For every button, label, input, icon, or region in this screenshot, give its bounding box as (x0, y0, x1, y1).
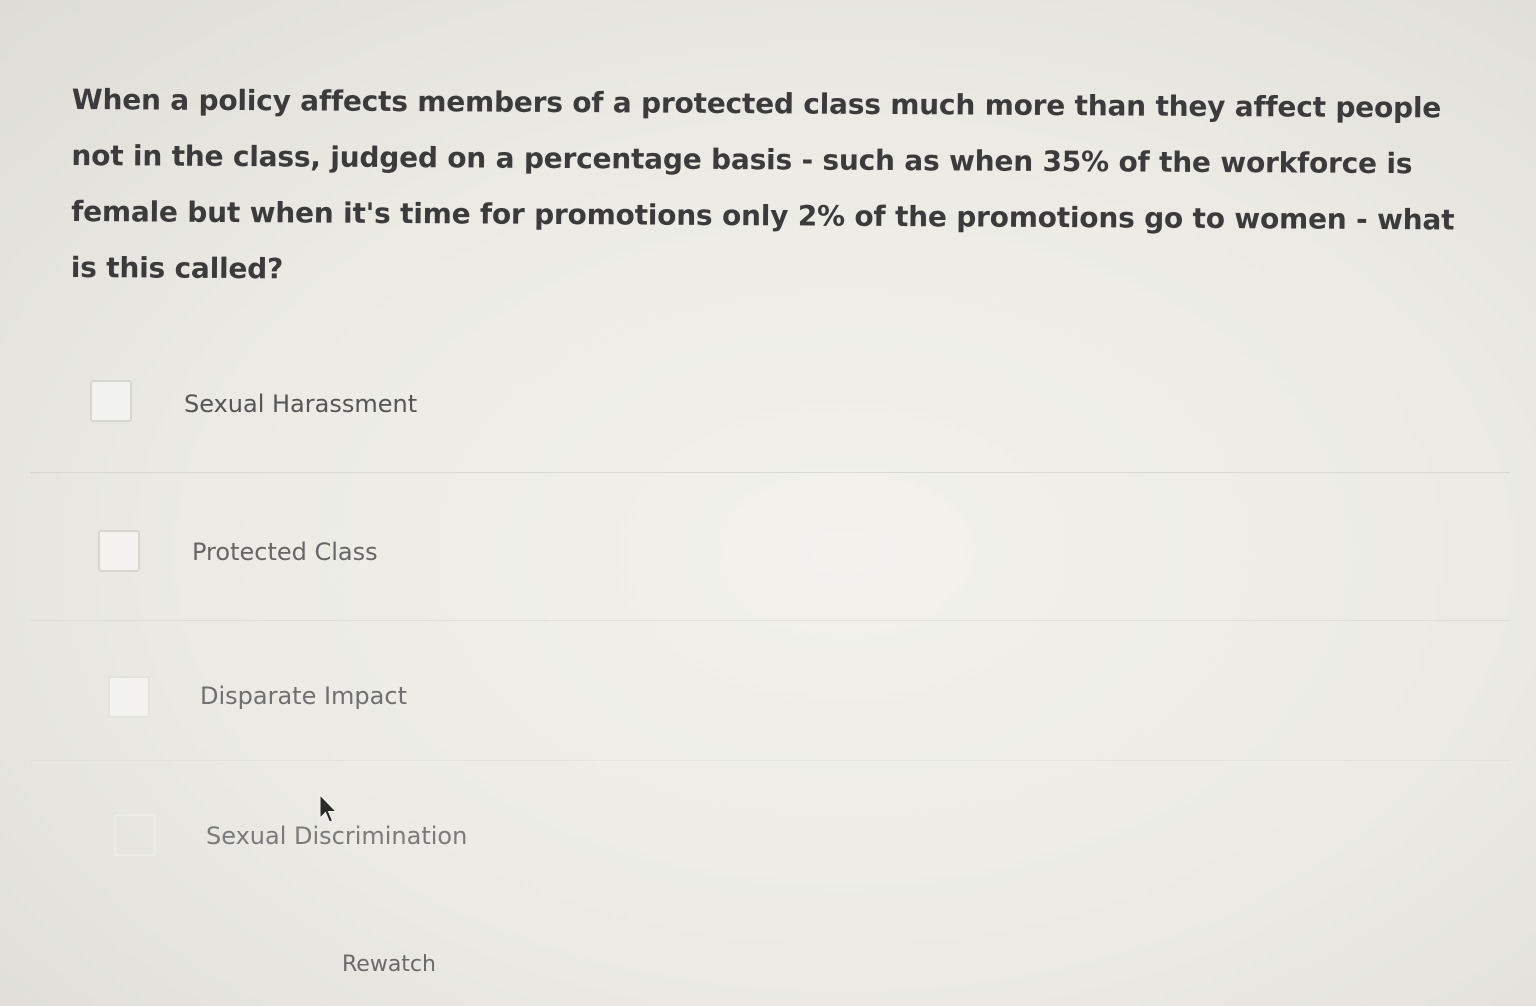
rewatch-button[interactable]: Rewatch (330, 948, 448, 981)
option-checkbox[interactable] (114, 814, 156, 856)
option-row-sexual-harassment[interactable]: Sexual Harassment (30, 332, 1510, 478)
option-divider (30, 760, 1510, 761)
option-checkbox[interactable] (108, 676, 150, 718)
question-text: When a policy affects members of a prote… (70, 82, 1455, 286)
option-checkbox[interactable] (90, 380, 132, 422)
quiz-card: When a policy affects members of a prote… (0, 0, 1536, 1006)
option-divider (30, 620, 1510, 621)
option-row-sexual-discrimination[interactable]: Sexual Discrimination (30, 766, 1510, 912)
option-checkbox[interactable] (98, 530, 140, 572)
option-label: Disparate Impact (200, 682, 407, 710)
option-row-disparate-impact[interactable]: Disparate Impact (30, 628, 1510, 774)
option-label: Protected Class (192, 538, 378, 566)
option-label: Sexual Discrimination (206, 822, 468, 850)
mouse-pointer-icon (319, 794, 338, 823)
option-divider (30, 472, 1510, 473)
option-label: Sexual Harassment (184, 390, 418, 418)
option-row-protected-class[interactable]: Protected Class (30, 482, 1510, 628)
